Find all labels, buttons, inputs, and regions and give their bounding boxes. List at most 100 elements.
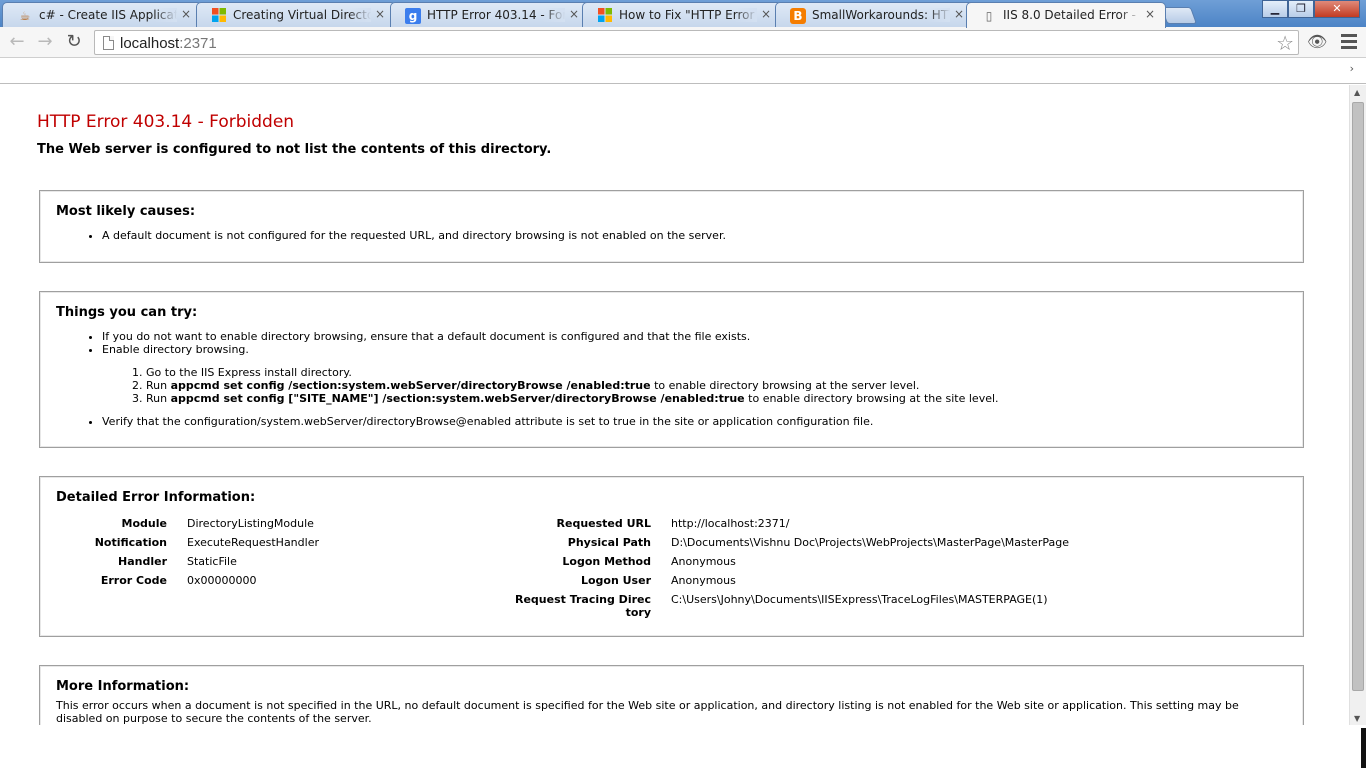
try-heading: Things you can try:: [56, 305, 198, 320]
page-title: HTTP Error 403.14 - Forbidden: [37, 112, 295, 132]
tab-title: HTTP Error 403.14 - Forbidden: [427, 8, 565, 22]
causes-list: A default document is not configured for…: [102, 229, 726, 242]
window-edge: [1361, 728, 1366, 768]
table-row: Handler StaticFile: [90, 555, 319, 574]
table-row: Logon User Anonymous: [510, 574, 1069, 593]
detail-value: C:\Users\Johny\Documents\IISExpress\Trac…: [671, 593, 1048, 606]
step-item: Go to the IIS Express install directory.: [146, 366, 999, 379]
table-row: Module DirectoryListingModule: [90, 517, 319, 536]
google-icon: g: [405, 8, 421, 24]
list-item: Enable directory browsing.: [102, 343, 750, 356]
details-table-left: Module DirectoryListingModule Notificatio…: [90, 517, 319, 593]
table-row: Physical Path D:\Documents\Vishnu Doc\Pro…: [510, 536, 1069, 555]
menu-icon[interactable]: [1341, 34, 1357, 52]
scroll-down-icon[interactable]: ▼: [1354, 714, 1360, 723]
more-heading: More Information:: [56, 679, 190, 694]
page-icon: [103, 36, 114, 50]
list-item: Verify that the configuration/system.web…: [102, 415, 873, 428]
step-command: appcmd set config ["SITE_NAME"] /section…: [170, 392, 745, 405]
close-icon[interactable]: ×: [761, 7, 771, 21]
tab-how-to-fix[interactable]: How to Fix "HTTP Error 403 ×: [582, 2, 782, 27]
scroll-up-icon[interactable]: ▲: [1354, 88, 1360, 97]
bookmarks-bar: ›: [0, 58, 1366, 84]
table-row: Request Tracing Directory C:\Users\Johny\…: [510, 593, 1069, 619]
tab-title: IIS 8.0 Detailed Error - 403.14: [1003, 8, 1141, 22]
detail-label: Requested URL: [556, 517, 651, 530]
bookmark-star-icon[interactable]: ☆: [1276, 31, 1294, 55]
tab-http-error-forbidden[interactable]: g HTTP Error 403.14 - Forbidden ×: [390, 2, 590, 27]
step-command: appcmd set config /section:system.webSer…: [170, 379, 651, 392]
chevron-right-icon[interactable]: ›: [1350, 62, 1354, 75]
detail-value: ExecuteRequestHandler: [187, 536, 319, 549]
tab-title: How to Fix "HTTP Error 403: [619, 8, 757, 22]
table-row: Notification ExecuteRequestHandler: [90, 536, 319, 555]
table-row: Error Code 0x00000000: [90, 574, 319, 593]
page-icon: ▯: [985, 9, 993, 23]
scrollbar-thumb[interactable]: [1352, 102, 1364, 691]
tab-title: c# - Create IIS Application: [39, 8, 177, 22]
maximize-button[interactable]: ❐: [1288, 0, 1314, 18]
detail-value: StaticFile: [187, 555, 237, 568]
page-subtitle: The Web server is configured to not list…: [37, 142, 552, 157]
tab-title: Creating Virtual Directories: [233, 8, 371, 22]
detail-label: Module: [121, 517, 167, 530]
causes-heading: Most likely causes:: [56, 204, 196, 219]
causes-section: Most likely causes: A default document i…: [39, 190, 1304, 263]
more-text: This error occurs when a document is not…: [56, 699, 1239, 725]
blogger-icon: B: [790, 8, 806, 24]
detail-value: Anonymous: [671, 574, 736, 587]
list-item: If you do not want to enable directory b…: [102, 330, 750, 343]
tab-title: SmallWorkarounds: HTTP: [812, 8, 950, 22]
detail-label: Logon Method: [562, 555, 651, 568]
bottom-strip: [0, 725, 1366, 768]
close-icon[interactable]: ×: [569, 7, 579, 21]
close-icon[interactable]: ×: [954, 7, 964, 21]
steps-list: Go to the IIS Express install directory.…: [146, 366, 999, 405]
page-content: HTTP Error 403.14 - Forbidden The Web se…: [0, 85, 1349, 725]
address-bar[interactable]: localhost:2371 ☆: [94, 30, 1299, 55]
detail-value: http://localhost:2371/: [671, 517, 790, 530]
list-item: A default document is not configured for…: [102, 229, 726, 242]
detailed-error-section: Detailed Error Information: Module Direct…: [39, 476, 1304, 637]
eye-extension-icon[interactable]: 👁: [1307, 32, 1327, 51]
try-list-extra: Verify that the configuration/system.web…: [102, 415, 873, 428]
step-text: to enable directory browsing at the serv…: [650, 379, 920, 392]
detail-value: DirectoryListingModule: [187, 517, 314, 530]
table-row: Requested URL http://localhost:2371/: [510, 517, 1069, 536]
more-info-section: More Information: This error occurs when…: [39, 665, 1304, 725]
details-table-right: Requested URL http://localhost:2371/ Phys…: [510, 517, 1069, 619]
tab-strip: ☕ c# - Create IIS Application × Creating…: [0, 0, 1366, 28]
microsoft-icon: [597, 8, 613, 24]
close-icon[interactable]: ×: [375, 7, 385, 21]
step-text: to enable directory browsing at the site…: [744, 392, 999, 405]
microsoft-icon: [211, 8, 227, 24]
minimize-button[interactable]: ▁: [1262, 0, 1288, 18]
back-icon[interactable]: ←: [6, 31, 28, 53]
url-text[interactable]: localhost:2371: [120, 35, 217, 52]
tab-smallworkarounds[interactable]: B SmallWorkarounds: HTTP ×: [775, 2, 975, 27]
detail-label: Handler: [118, 555, 167, 568]
forward-icon[interactable]: →: [34, 31, 56, 53]
tab-creating-virtual-directories[interactable]: Creating Virtual Directories ×: [196, 2, 396, 27]
detail-label: Physical Path: [567, 536, 651, 549]
reload-icon[interactable]: ↻: [63, 31, 85, 53]
detail-value: Anonymous: [671, 555, 736, 568]
new-tab-button[interactable]: [1160, 7, 1198, 24]
detail-label: Logon User: [580, 574, 651, 587]
try-list: If you do not want to enable directory b…: [102, 330, 750, 356]
details-heading: Detailed Error Information:: [56, 490, 256, 505]
window-close-button[interactable]: ✕: [1314, 0, 1360, 18]
table-row: Logon Method Anonymous: [510, 555, 1069, 574]
close-icon[interactable]: ×: [1145, 7, 1155, 21]
close-icon[interactable]: ×: [181, 7, 191, 21]
things-to-try-section: Things you can try: If you do not want t…: [39, 291, 1304, 448]
step-text: Run: [146, 392, 171, 405]
java-icon: ☕: [19, 9, 31, 23]
step-item: Run appcmd set config /section:system.we…: [146, 379, 999, 392]
step-item: Run appcmd set config ["SITE_NAME"] /sec…: [146, 392, 999, 405]
tab-create-iis-application[interactable]: ☕ c# - Create IIS Application ×: [2, 2, 202, 27]
vertical-scrollbar[interactable]: ▲ ▼: [1349, 85, 1366, 725]
url-host: localhost: [120, 35, 180, 52]
tab-iis-detailed-error[interactable]: ▯ IIS 8.0 Detailed Error - 403.14 ×: [966, 2, 1166, 28]
detail-label: Notification: [94, 536, 167, 549]
